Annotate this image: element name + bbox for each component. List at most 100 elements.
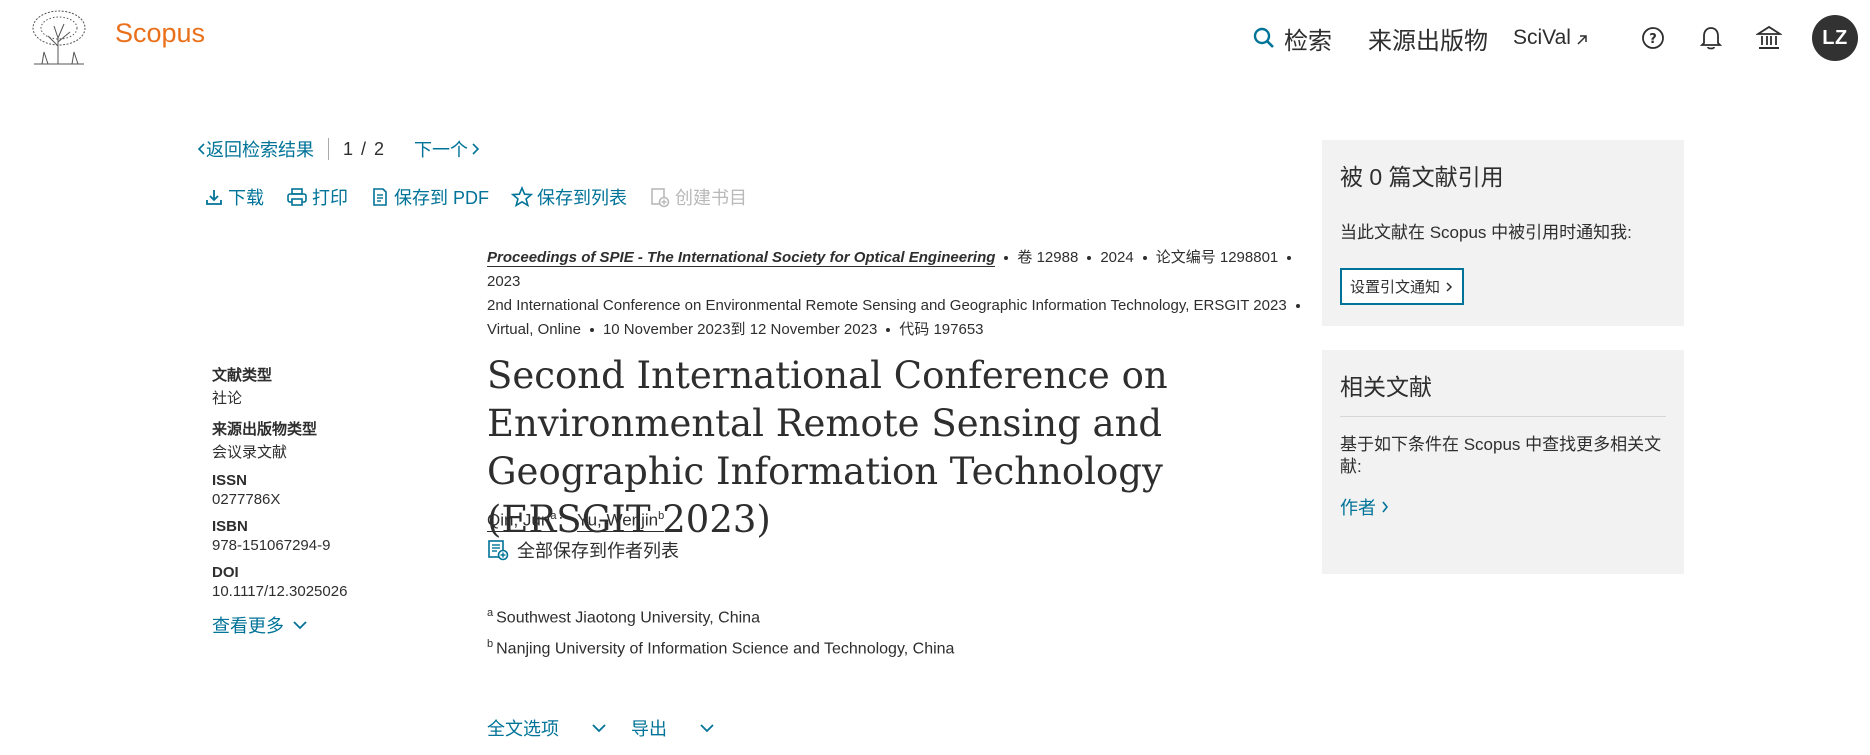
author-list: Qin, Juna ; Yu, Wenjinb bbox=[487, 510, 665, 532]
related-title: 相关文献 bbox=[1340, 374, 1432, 400]
affiliation-marker: b bbox=[487, 638, 494, 650]
svg-text:?: ? bbox=[1649, 32, 1657, 47]
affiliation-a: a Southwest Jiaotong University, China bbox=[487, 607, 760, 627]
back-to-results-link[interactable]: 返回检索结果 bbox=[196, 136, 314, 162]
panel-divider bbox=[1340, 416, 1666, 417]
back-to-results-label: 返回检索结果 bbox=[206, 140, 314, 160]
cited-by-text: 当此文献在 Scopus 中被引用时通知我: bbox=[1340, 223, 1632, 242]
bibliography-icon bbox=[651, 188, 670, 208]
institution-icon[interactable] bbox=[1752, 20, 1786, 56]
save-all-authors-label: 全部保存到作者列表 bbox=[517, 541, 679, 561]
pdf-icon bbox=[373, 188, 387, 206]
journal-link[interactable]: Proceedings of SPIE - The International … bbox=[487, 249, 996, 267]
chevron-right-icon bbox=[1446, 281, 1453, 292]
create-bibliography-label: 创建书目 bbox=[675, 188, 748, 208]
chevron-right-icon bbox=[472, 143, 480, 155]
source-type-value: 会议录文献 bbox=[212, 444, 288, 461]
isbn-label: ISBN bbox=[212, 518, 248, 535]
chevron-right-icon bbox=[1382, 501, 1389, 513]
document-toolbar: 下载 打印 保存到 PDF 保存到列表 创建书目 bbox=[204, 184, 769, 210]
affiliation-b: b Nanjing University of Information Scien… bbox=[487, 638, 954, 658]
bell-icon[interactable] bbox=[1694, 20, 1728, 56]
next-result-link[interactable]: 下一个 bbox=[414, 136, 481, 162]
save-to-list-button[interactable]: 保存到列表 bbox=[511, 184, 627, 210]
author-affil-marker: a bbox=[550, 510, 557, 522]
document-metadata: 文献类型 社论 来源出版物类型 会议录文献 ISSN 0277786X ISBN… bbox=[212, 364, 432, 638]
external-link-icon bbox=[1577, 35, 1587, 45]
nav-sources[interactable]: 来源出版物 bbox=[1368, 20, 1488, 56]
author-link-yu[interactable]: Yu, Wenjinb bbox=[577, 510, 665, 532]
cited-by-panel: 被 0 篇文献引用 当此文献在 Scopus 中被引用时通知我: 设置引文通知 bbox=[1322, 140, 1684, 326]
view-more-label: 查看更多 bbox=[212, 616, 284, 636]
elsevier-tree-logo[interactable] bbox=[28, 8, 90, 66]
cited-by-title: 被 0 篇文献引用 bbox=[1340, 164, 1504, 190]
conference-location: Virtual, Online bbox=[487, 321, 581, 338]
set-citation-alert-label: 设置引文通知 bbox=[1350, 279, 1441, 296]
save-all-authors-button[interactable]: 全部保存到作者列表 bbox=[487, 537, 679, 563]
affiliation-text: Nanjing University of Information Scienc… bbox=[496, 640, 955, 658]
issn-value: 0277786X bbox=[212, 491, 281, 508]
printer-icon bbox=[287, 188, 307, 206]
issn-label: ISSN bbox=[212, 472, 248, 489]
export-dropdown[interactable]: 导出 bbox=[631, 715, 715, 741]
export-label: 导出 bbox=[631, 719, 667, 739]
nav-scival-label: SciVal bbox=[1513, 26, 1571, 49]
download-button[interactable]: 下载 bbox=[204, 184, 264, 210]
download-icon bbox=[206, 190, 222, 205]
related-documents-panel: 相关文献 基于如下条件在 Scopus 中查找更多相关文献: 作者 bbox=[1322, 350, 1684, 574]
article-number: 论文编号 1298801 bbox=[1155, 249, 1279, 266]
star-icon bbox=[511, 186, 534, 208]
related-by-authors-label: 作者 bbox=[1340, 498, 1376, 518]
source-info: Proceedings of SPIE - The International … bbox=[487, 246, 1312, 342]
result-pager: 返回检索结果 1 / 2 下一个 bbox=[196, 136, 481, 162]
pager-slash: / bbox=[361, 138, 367, 159]
chevron-down-icon bbox=[700, 724, 714, 733]
affiliation-text: Southwest Jiaotong University, China bbox=[496, 609, 760, 627]
avatar[interactable]: LZ bbox=[1812, 15, 1858, 61]
print-button[interactable]: 打印 bbox=[286, 184, 348, 210]
download-label: 下载 bbox=[228, 188, 264, 208]
full-text-options-dropdown[interactable]: 全文选项 bbox=[487, 715, 607, 741]
author-list-icon bbox=[488, 540, 509, 561]
pager-divider bbox=[328, 138, 329, 160]
next-result-label: 下一个 bbox=[414, 140, 469, 160]
chevron-down-icon bbox=[293, 621, 307, 630]
help-icon[interactable]: ? bbox=[1636, 20, 1670, 56]
doi-label: DOI bbox=[212, 564, 239, 581]
related-text: 基于如下条件在 Scopus 中查找更多相关文献: bbox=[1340, 435, 1662, 476]
conference-dates: 10 November 2023到 12 November 2023 bbox=[602, 321, 878, 338]
affiliation-marker: a bbox=[487, 607, 494, 619]
related-by-authors-link[interactable]: 作者 bbox=[1340, 494, 1390, 520]
chevron-down-icon bbox=[592, 724, 606, 733]
article-actions: 全文选项 导出 bbox=[487, 715, 739, 741]
brand-name[interactable]: Scopus bbox=[115, 18, 205, 49]
full-text-options-label: 全文选项 bbox=[487, 719, 559, 739]
author-name: Qin, Jun bbox=[487, 510, 551, 530]
isbn-value: 978-151067294-9 bbox=[212, 537, 331, 554]
view-more-link[interactable]: 查看更多 bbox=[212, 612, 432, 638]
print-label: 打印 bbox=[312, 188, 348, 208]
author-separator: ; bbox=[558, 510, 564, 530]
author-name: Yu, Wenjin bbox=[577, 510, 659, 530]
nav-search[interactable]: 检索 bbox=[1252, 20, 1332, 56]
set-citation-alert-button[interactable]: 设置引文通知 bbox=[1340, 268, 1465, 305]
volume: 卷 12988 bbox=[1017, 249, 1079, 266]
nav-sources-label: 来源出版物 bbox=[1368, 27, 1488, 55]
save-pdf-label: 保存到 PDF bbox=[394, 188, 490, 208]
pager-total: 2 bbox=[374, 138, 385, 159]
chevron-left-icon bbox=[197, 143, 205, 155]
author-link-qin[interactable]: Qin, Juna bbox=[487, 510, 557, 532]
year: 2024 bbox=[1100, 249, 1134, 266]
doc-type-value: 社论 bbox=[212, 390, 243, 407]
save-to-list-label: 保存到列表 bbox=[537, 188, 628, 208]
conference-code: 代码 197653 bbox=[899, 321, 984, 338]
nav-scival[interactable]: SciVal bbox=[1513, 20, 1589, 56]
create-bibliography-button[interactable]: 创建书目 bbox=[649, 184, 747, 210]
nav-search-label: 检索 bbox=[1284, 27, 1332, 55]
search-icon bbox=[1253, 27, 1274, 48]
conference-year: 2023 bbox=[487, 273, 521, 290]
pager-current: 1 bbox=[343, 138, 354, 159]
doi-value: 10.1117/12.3025026 bbox=[212, 583, 348, 600]
conference-name: 2nd International Conference on Environm… bbox=[487, 297, 1287, 314]
save-pdf-button[interactable]: 保存到 PDF bbox=[370, 184, 489, 210]
